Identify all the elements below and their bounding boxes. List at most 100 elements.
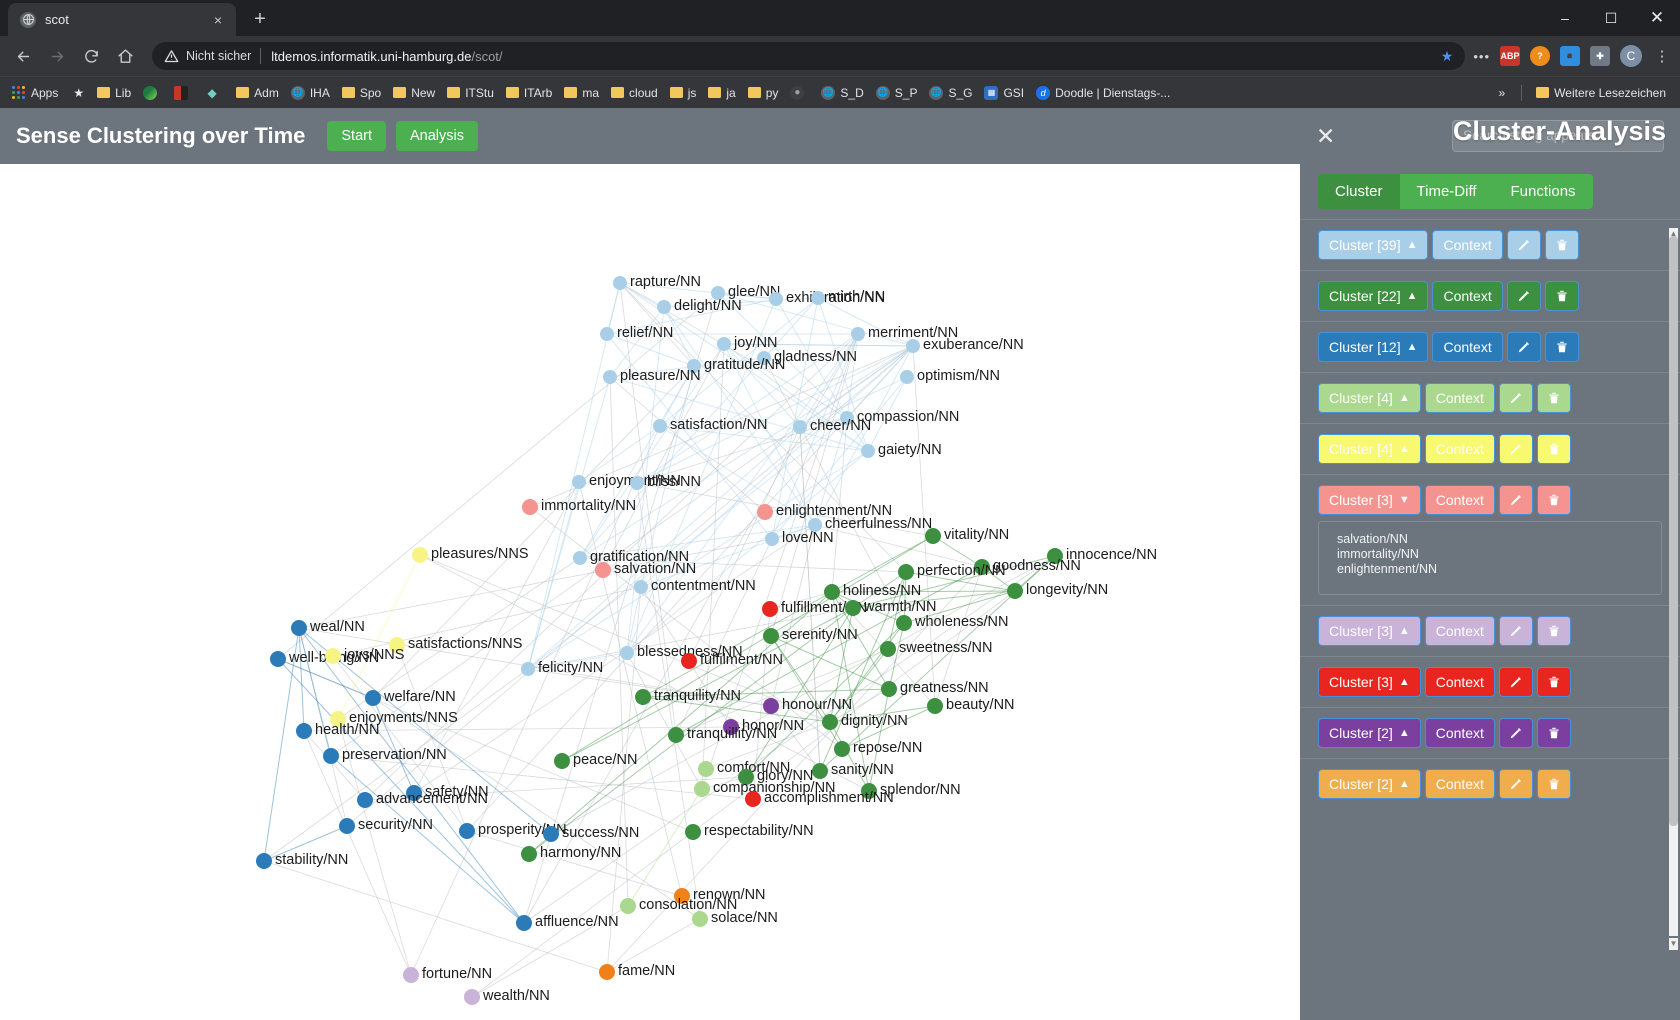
bookmark-item-other[interactable]: Weitere Lesezeichen: [1530, 81, 1672, 105]
address-bar[interactable]: Nicht sicher ltdemos.informatik.uni-hamb…: [152, 42, 1465, 70]
cluster-context-button[interactable]: Context: [1425, 434, 1495, 464]
cluster-context-button[interactable]: Context: [1432, 281, 1502, 311]
graph-node[interactable]: [600, 327, 614, 341]
bookmark-item-github[interactable]: ●: [784, 81, 815, 105]
graph-node[interactable]: [389, 637, 405, 653]
trash-icon[interactable]: [1545, 281, 1579, 311]
graph-node[interactable]: [270, 651, 286, 667]
pencil-icon[interactable]: [1499, 667, 1533, 697]
graph-node[interactable]: [365, 690, 381, 706]
graph-node[interactable]: [406, 785, 422, 801]
cluster-toggle-button[interactable]: Cluster [12]▲: [1318, 332, 1428, 362]
graph-node[interactable]: [834, 741, 850, 757]
cluster-toggle-button[interactable]: Cluster [39]▲: [1318, 230, 1428, 260]
cluster-toggle-button[interactable]: Cluster [4]▲: [1318, 434, 1421, 464]
bookmark-item-sp[interactable]: 🌐S_P: [870, 81, 924, 105]
cluster-toggle-button[interactable]: Cluster [4]▲: [1318, 383, 1421, 413]
bookmark-item-itstu[interactable]: ITStu: [441, 81, 500, 105]
graph-node[interactable]: [881, 681, 897, 697]
window-close-button[interactable]: ✕: [1634, 0, 1680, 36]
graph-node[interactable]: [824, 584, 840, 600]
minimize-button[interactable]: –: [1542, 0, 1588, 36]
pencil-icon[interactable]: [1499, 718, 1533, 748]
cluster-context-button[interactable]: Context: [1432, 230, 1502, 260]
panel-scrollbar[interactable]: [1669, 236, 1678, 936]
cluster-context-button[interactable]: Context: [1425, 383, 1495, 413]
graph-node[interactable]: [861, 783, 877, 799]
graph-node[interactable]: [459, 823, 475, 839]
tab-time-diff[interactable]: Time-Diff: [1400, 174, 1494, 209]
bookmark-item-cloud[interactable]: cloud: [605, 81, 664, 105]
pencil-icon[interactable]: [1499, 769, 1533, 799]
tab-cluster[interactable]: Cluster: [1318, 174, 1400, 209]
graph-node[interactable]: [296, 723, 312, 739]
cluster-context-button[interactable]: Context: [1425, 769, 1495, 799]
graph-node[interactable]: [738, 769, 754, 785]
graph-node[interactable]: [723, 719, 739, 735]
graph-node[interactable]: [762, 601, 778, 617]
graph-node[interactable]: [357, 792, 373, 808]
abp-extension-icon[interactable]: ABP: [1500, 46, 1520, 66]
pencil-icon[interactable]: [1507, 230, 1541, 260]
bookmark-star-item-icon[interactable]: ★: [66, 86, 91, 100]
graph-node[interactable]: [325, 648, 341, 664]
pencil-icon[interactable]: [1507, 281, 1541, 311]
graph-node[interactable]: [927, 698, 943, 714]
graph-node[interactable]: [339, 818, 355, 834]
scrollbar-thumb[interactable]: [1669, 236, 1678, 826]
graph-node[interactable]: [1047, 548, 1063, 564]
graph-node[interactable]: [521, 846, 537, 862]
graph-node[interactable]: [769, 292, 783, 306]
graph-node[interactable]: [896, 615, 912, 631]
graph-node[interactable]: [694, 781, 710, 797]
tab-functions[interactable]: Functions: [1494, 174, 1593, 209]
chrome-menu-icon[interactable]: ⋮: [1652, 47, 1672, 65]
graph-node[interactable]: [635, 689, 651, 705]
home-icon[interactable]: [110, 41, 140, 71]
maximize-button[interactable]: ☐: [1588, 0, 1634, 36]
bookmark-apps[interactable]: Apps: [8, 81, 66, 105]
graph-node[interactable]: [880, 641, 896, 657]
bookmark-item-onedrive[interactable]: [137, 81, 168, 105]
graph-node[interactable]: [840, 411, 854, 425]
bookmark-item-diamond[interactable]: ◆: [199, 81, 230, 105]
graph-node[interactable]: [634, 580, 648, 594]
bookmark-item-adm[interactable]: Adm: [230, 81, 285, 105]
graph-node[interactable]: [412, 547, 428, 563]
bookmark-item-new[interactable]: New: [387, 81, 441, 105]
graph-node[interactable]: [603, 370, 617, 384]
reload-icon[interactable]: [76, 41, 106, 71]
cluster-toggle-button[interactable]: Cluster [2]▲: [1318, 769, 1421, 799]
graph-node[interactable]: [330, 711, 346, 727]
analysis-button[interactable]: Analysis: [396, 121, 478, 151]
graph-node[interactable]: [861, 444, 875, 458]
trash-icon[interactable]: [1537, 718, 1571, 748]
tab-close-icon[interactable]: ×: [208, 10, 228, 30]
bookmark-star-icon[interactable]: ★: [1441, 48, 1454, 65]
graph-node[interactable]: [291, 620, 307, 636]
cluster-context-button[interactable]: Context: [1425, 616, 1495, 646]
graph-node[interactable]: [808, 518, 822, 532]
graph-node[interactable]: [698, 761, 714, 777]
graph-node[interactable]: [812, 763, 828, 779]
more-tools-icon[interactable]: •••: [1473, 49, 1490, 64]
graph-node[interactable]: [323, 748, 339, 764]
trash-icon[interactable]: [1537, 667, 1571, 697]
forward-arrow-icon[interactable]: [42, 41, 72, 71]
trash-icon[interactable]: [1537, 485, 1571, 515]
graph-node[interactable]: [757, 351, 771, 365]
bookmark-item-ma[interactable]: ma: [558, 81, 605, 105]
graph-node[interactable]: [763, 628, 779, 644]
graph-node[interactable]: [745, 791, 761, 807]
graph-node[interactable]: [711, 286, 725, 300]
pencil-icon[interactable]: [1499, 383, 1533, 413]
profile-avatar[interactable]: C: [1620, 45, 1642, 67]
trash-icon[interactable]: [1545, 332, 1579, 362]
cluster-context-button[interactable]: Context: [1432, 332, 1502, 362]
graph-node[interactable]: [516, 915, 532, 931]
cluster-toggle-button[interactable]: Cluster [3]▼: [1318, 485, 1421, 515]
bookmark-item-sd[interactable]: 🌐S_D: [815, 81, 869, 105]
cluster-toggle-button[interactable]: Cluster [3]▲: [1318, 616, 1421, 646]
new-tab-button[interactable]: +: [246, 5, 274, 33]
back-arrow-icon[interactable]: [8, 41, 38, 71]
